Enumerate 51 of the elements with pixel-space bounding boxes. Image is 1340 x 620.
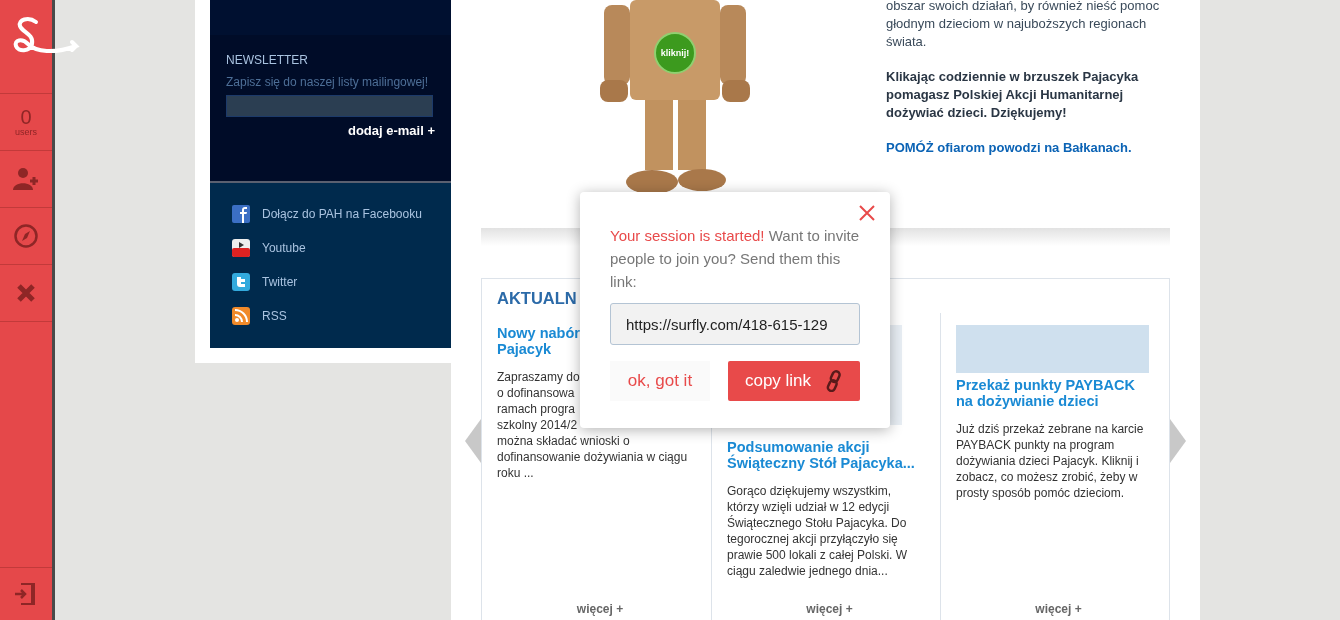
intro-text: obszar swoich działań, by również nieść pomoc głodnym dzieciom w najuboższych regionach świata. <box>886 0 1161 51</box>
article-title[interactable]: Podsumowanie akcji Świąteczny Stół Pajacyka... <box>727 439 932 471</box>
exit-icon[interactable] <box>15 583 37 605</box>
rss-icon[interactable] <box>232 307 250 325</box>
article-text-line: roku ... <box>497 465 534 481</box>
article-text-line: dofinansowanie dożywiania w ciągu <box>497 449 688 465</box>
thanks-text: Klikając codziennie w brzuszek Pajacyka pomagasz Polskiej Akcji Humanitarnej dożywiać dzieci. Dziękujemy! <box>886 68 1140 122</box>
newsletter-title: NEWSLETTER <box>226 53 309 67</box>
article-text-line: można składać wnioski o <box>497 433 630 449</box>
social-link[interactable]: Twitter <box>262 275 298 289</box>
article-text-line: o dofinansowa <box>497 385 575 401</box>
article-text-line: dożywiania dzieci Pajacyk. Kliknij i <box>956 453 1139 469</box>
close-button[interactable] <box>858 205 876 223</box>
article-text-line: Świątecznego Stołu Pajacyka. Do <box>727 515 907 531</box>
link-field[interactable]: https://surfly.com/418-615-129 <box>610 303 860 345</box>
article-text-line: którzy wzięli udział w 12 edycji <box>727 499 890 515</box>
article-text-line: Już dziś przekaż zebrane na karcie <box>956 421 1144 437</box>
article-text-line: ramach progra <box>497 401 576 417</box>
youtube-icon[interactable] <box>232 239 250 257</box>
link-icon <box>825 370 844 392</box>
article-text-line: tegorocznej akcji przyłączyło się <box>727 531 898 547</box>
social-link[interactable]: Dołącz do PAH na Facebooku <box>262 207 422 221</box>
article-text-line: szkolny 2014/2 <box>497 417 578 433</box>
close-icon[interactable] <box>16 283 36 303</box>
article-text-line: prawie 500 lokali z całej Polski. W <box>727 547 908 563</box>
dialog-message: Your session is started! Want to invite people to join you? Send them this link: <box>610 226 860 292</box>
help-link[interactable]: POMÓŻ ofiarom powodzi na Bałkanach. <box>886 140 1132 155</box>
add-email-link[interactable]: dodaj e-mail + <box>226 123 435 138</box>
add-user-icon[interactable] <box>13 167 39 191</box>
copy-link-button[interactable]: copy link <box>728 361 860 401</box>
users-label: users <box>15 127 37 137</box>
email-field[interactable] <box>226 95 433 117</box>
social-link[interactable]: Youtube <box>262 241 306 255</box>
user-count: 0 <box>20 107 32 127</box>
more-link[interactable]: więcej + <box>806 602 853 616</box>
facebook-icon[interactable] <box>232 205 250 223</box>
article-text-line: prosty sposób pomóc dzieciom. <box>956 485 1125 501</box>
more-link[interactable]: więcej + <box>1035 602 1082 616</box>
article-text-line: ciągu zaledwie jednego dnia... <box>727 563 888 579</box>
compass-icon[interactable] <box>14 224 38 248</box>
newsletter-text: Zapisz się do naszej listy mailingowej! <box>226 74 430 91</box>
article-title[interactable]: Przekaż punkty PAYBACK na dożywianie dzieci <box>956 377 1161 409</box>
ok-button[interactable]: ok, got it <box>610 361 710 401</box>
social-link[interactable]: RSS <box>262 309 287 323</box>
article-text-line: zobacz, co możesz zrobić, żeby w <box>956 469 1138 485</box>
article-text-line: Gorąco dziękujemy wszystkim, <box>727 483 892 499</box>
article-text-line: Zapraszamy do <box>497 369 580 385</box>
article-text-line: PAYBACK punkty na program <box>956 437 1115 453</box>
more-link[interactable]: więcej + <box>576 602 624 616</box>
section-tab[interactable]: AKTUALN <box>497 289 577 313</box>
twitter-icon[interactable] <box>232 273 250 291</box>
